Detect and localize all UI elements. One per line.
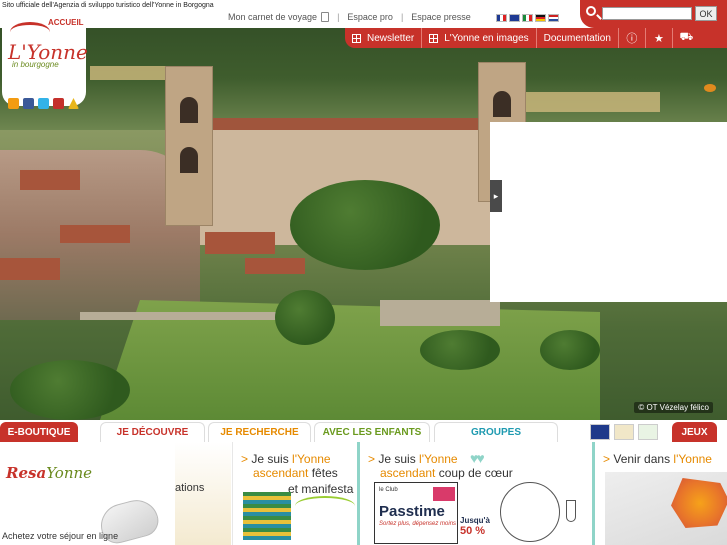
flag-de-icon[interactable] [535,14,546,22]
nav-label: Newsletter [367,32,415,44]
social-links [8,98,79,109]
woman-sketch-illustration [500,482,560,542]
car-icon[interactable]: ⛟ [673,28,700,48]
field [520,92,660,112]
partner-badge-icon[interactable] [614,423,634,440]
tab-e-boutique[interactable]: E-BOUTIQUE [0,422,78,442]
venir-title: > Venir dans l'Yonne [603,452,712,466]
youtube-icon[interactable] [53,98,64,109]
venir-panel[interactable]: > Venir dans l'Yonne [592,442,727,545]
search-icon [586,6,596,16]
tab-je-recherche[interactable]: JE RECHERCHE [208,422,311,442]
promo-text: Jusqu'à 50 % [460,516,490,537]
fetes-line3: et manifesta [288,482,354,496]
ribbon-decoration [295,496,355,516]
search-zone: OK [580,0,727,28]
language-selector [496,14,559,22]
passtime-logo-icon [433,487,455,501]
resa-yonne-panel[interactable]: ResaYonne Achetez votre séjour en ligne [0,442,175,545]
search-ok-button[interactable]: OK [695,6,717,21]
search-input[interactable] [602,7,692,20]
basilica-tower [165,66,213,226]
partner-badge-icon[interactable] [590,423,610,440]
star-icon[interactable]: ★ [646,28,673,48]
nav-label: L'Yonne en images [444,32,529,44]
pass-club-label: le Club [379,487,398,493]
passtime-card[interactable]: le Club Passtime Sortez plus, dépensez m… [374,482,458,544]
espace-pro-link[interactable]: Espace pro [347,12,393,22]
twitter-icon[interactable] [38,98,49,109]
grid-icon [352,33,361,43]
flag-en-icon[interactable] [509,14,520,22]
tab-groupes[interactable]: GROUPES [434,422,558,442]
espace-presse-link[interactable]: Espace presse [411,12,471,22]
fetes-subtitle: ascendant fêtes [253,466,338,480]
flag-fr-icon[interactable] [496,14,507,22]
butterfly-icon [704,84,716,92]
cloister [380,300,500,326]
fetes-panel[interactable]: > Je suis l'Yonne ascendant fêtes et man… [232,442,357,545]
tab-je-decouvre[interactable]: JE DÉCOUVRE [100,422,205,442]
village-roof [0,258,60,280]
info-icon[interactable]: ⓘ [619,28,646,48]
photo-credit: © OT Vézelay félico [634,402,713,413]
site-tagline: Sito ufficiale dell'Agenzia di sviluppo … [2,2,214,9]
logo-subtitle: in bourgogne [12,60,59,69]
tab-avec-les-enfants[interactable]: AVEC LES ENFANTS [314,422,430,442]
camping-icon[interactable] [68,98,79,109]
partner-badges [587,421,665,442]
top-links: Mon carnet de voyage | Espace pro | Espa… [228,12,471,22]
grid-icon [429,33,439,43]
hero-banner: ▸ © OT Vézelay félico [0,0,727,420]
pass-slogan: Sortez plus, dépensez moins [379,521,457,527]
partner-badge-icon[interactable] [638,423,658,440]
nav-yonne-images[interactable]: L'Yonne en images [422,28,537,48]
slideshow-panel [490,122,727,302]
promo-strip: ResaYonne Achetez votre séjour en ligne … [0,442,727,545]
coup-de-coeur-panel[interactable]: > Je suis l'Yonne ♥♥ ascendant coup de c… [357,442,592,545]
yonne-region-map [671,478,727,528]
decorated-tower-image [243,492,291,540]
coeur-title: > Je suis l'Yonne [368,452,458,466]
main-nav: Newsletter L'Yonne en images Documentati… [345,28,727,48]
fetes-title: > Je suis l'Yonne [241,452,331,466]
village-roof [20,170,80,190]
logo-accueil: ACCUEIL [48,18,84,27]
scrolling-panel[interactable]: ations [175,442,231,545]
logo-swirl [10,22,50,42]
flag-it-icon[interactable] [522,14,533,22]
top-bar: Sito ufficiale dell'Agenzia di sviluppo … [0,0,727,28]
nav-newsletter[interactable]: Newsletter [345,28,423,48]
rss-icon[interactable] [8,98,19,109]
coeur-subtitle: ascendant coup de cœur [380,466,513,480]
tree [275,290,335,345]
nav-documentation[interactable]: Documentation [537,28,619,48]
wine-glass-icon [566,500,576,522]
tree [540,330,600,370]
flag-nl-icon[interactable] [548,14,559,22]
building-roof [205,232,275,254]
separator: | [400,12,404,22]
panel-toggle-button[interactable]: ▸ [490,180,502,212]
tree [420,330,500,370]
hearts-icon: ♥♥ [470,450,485,466]
site-logo[interactable]: ACCUEIL L'Yonne in bourgogne [2,14,88,109]
building-roof [245,258,305,274]
pass-name: Passtime [379,503,445,520]
tree [10,360,130,420]
france-map [605,472,727,545]
tree-cluster [290,180,440,270]
rampart-wall [80,312,280,320]
facebook-icon[interactable] [23,98,34,109]
scrolling-text: ations [175,482,205,494]
resa-cta-text: Achetez votre séjour en ligne [2,531,119,541]
nav-label: Documentation [543,32,611,44]
village-roof [60,225,130,243]
tab-jeux[interactable]: JEUX [672,422,717,442]
resa-yonne-logo: ResaYonne [6,464,93,482]
notebook-icon [321,12,330,22]
carnet-link[interactable]: Mon carnet de voyage [228,12,317,22]
separator: | [337,12,340,22]
